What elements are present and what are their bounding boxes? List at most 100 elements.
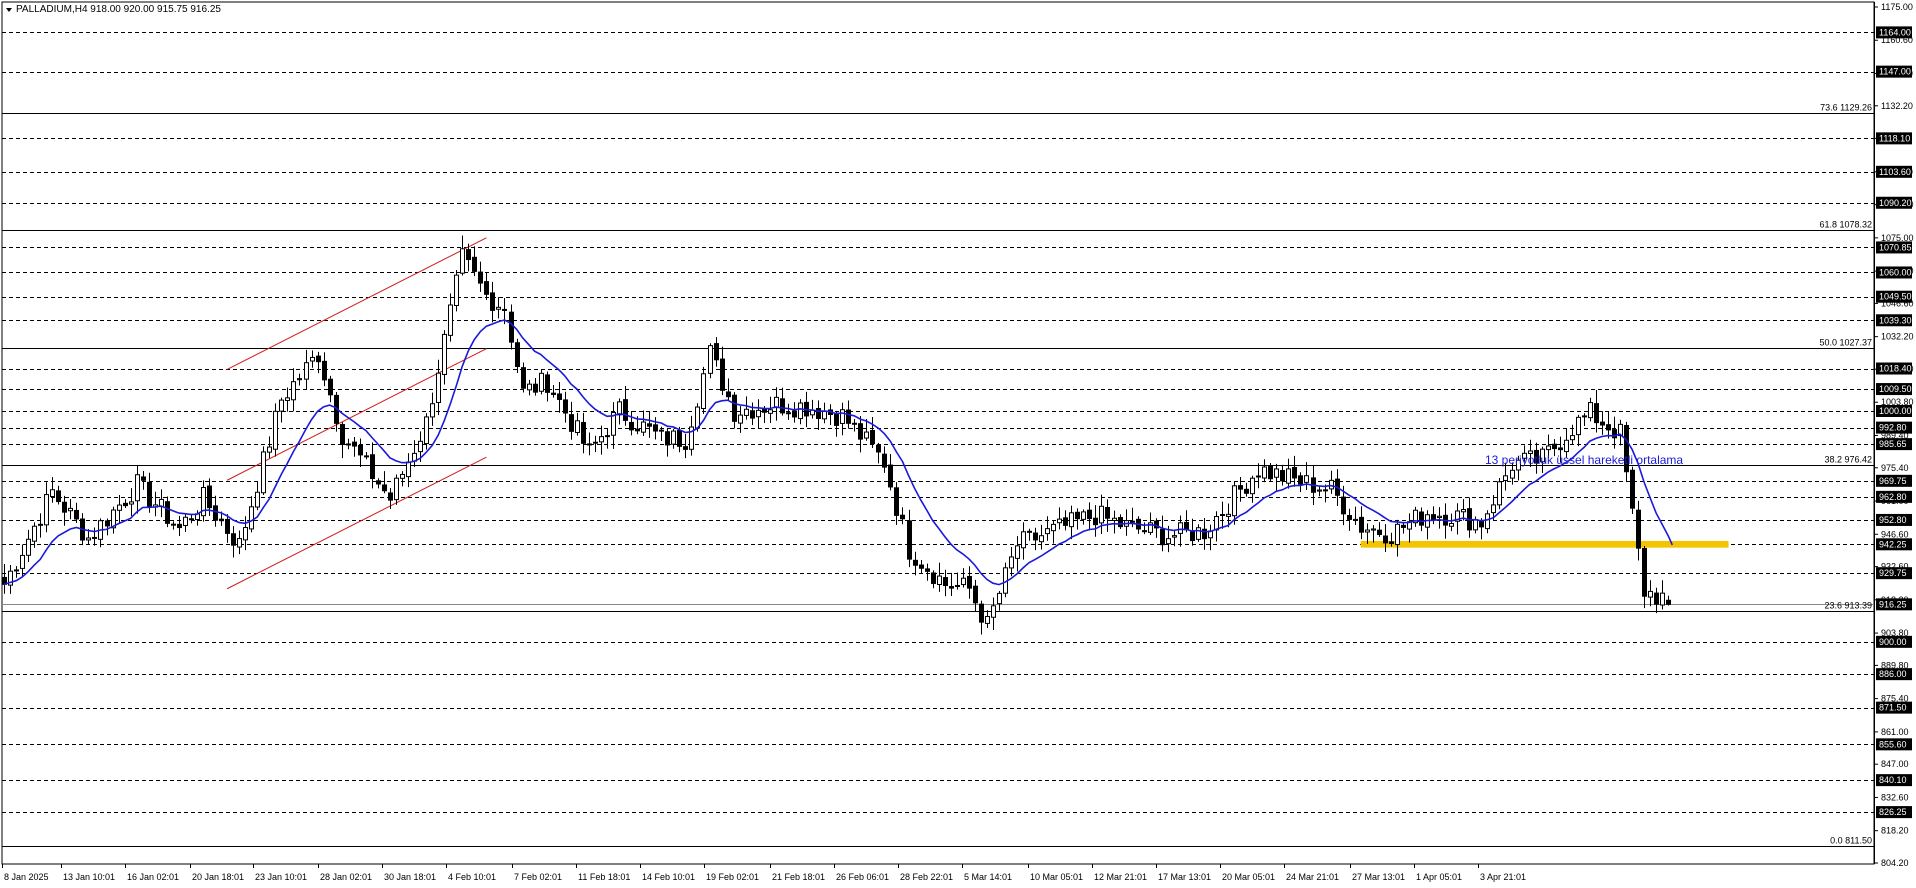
candle-body [949, 586, 954, 589]
candle-body [1588, 402, 1593, 419]
candle-body [708, 345, 713, 374]
candle-body [955, 585, 960, 588]
candle-body [490, 292, 495, 311]
candle-body [629, 421, 634, 431]
candle-body [900, 514, 905, 520]
x-tick-label: 28 Jan 02:01 [320, 872, 372, 882]
candle-body [1130, 520, 1135, 523]
candle-body [1449, 522, 1454, 527]
price-tag: 1103.60 [1876, 165, 1912, 178]
fib-label: 73.6 1129.26 [1820, 103, 1872, 113]
x-tick-label: 20 Mar 05:01 [1222, 872, 1275, 882]
y-tick-label: 1075.00 [1881, 233, 1914, 243]
price-tag: 1039.30 [1876, 314, 1912, 327]
price-tag: 1147.00 [1876, 65, 1912, 78]
candle-body [285, 397, 290, 401]
candle-body [129, 501, 134, 505]
price-tag-label: 962.80 [1879, 492, 1907, 502]
price-tag: 942.25 [1876, 538, 1912, 551]
candle-body [551, 392, 556, 395]
candle-body [382, 484, 387, 492]
x-tick-label: 10 Mar 05:01 [1030, 872, 1083, 882]
y-tick-label: 1032.20 [1881, 332, 1914, 342]
candle-body [888, 464, 893, 488]
candle-body [1280, 470, 1285, 482]
candle-body [424, 416, 429, 445]
candle-body [1371, 528, 1376, 531]
candle-body [1419, 511, 1424, 526]
price-tag: 871.50 [1876, 701, 1912, 714]
candle-body [123, 502, 128, 507]
candle-body [581, 422, 586, 444]
price-chart[interactable]: 73.6 1129.26 61.8 1078.32 50.0 1027.37 38.2… [0, 0, 1916, 888]
candle-body [1063, 517, 1068, 526]
price-tag: 1018.40 [1876, 362, 1912, 375]
candle-body [943, 577, 948, 587]
candle-body [768, 409, 773, 414]
candle-body [1497, 481, 1502, 506]
candle-body [1250, 477, 1255, 495]
candle-body [822, 410, 827, 420]
candle-body [1045, 528, 1050, 535]
x-tick-label: 14 Feb 10:01 [642, 872, 695, 882]
chart-title: PALLADIUM,H4 918.00 920.00 915.75 916.25 [16, 4, 221, 15]
candle-body [1075, 511, 1080, 520]
price-tag: 1164.00 [1876, 26, 1912, 39]
price-tag: 1049.50 [1876, 290, 1912, 303]
price-tag: 855.60 [1876, 738, 1912, 751]
candle-body [1365, 529, 1370, 533]
price-tag-label: 1039.30 [1879, 315, 1912, 325]
candle-body [322, 360, 327, 381]
candle-body [605, 435, 610, 438]
candle-body [1220, 514, 1225, 517]
candle-body [1304, 475, 1309, 483]
x-tick-label: 13 Jan 10:01 [63, 872, 115, 882]
candle-body [1437, 515, 1442, 519]
candle-body [20, 554, 25, 569]
price-tag: 916.25 [1876, 598, 1912, 611]
candle-body [1051, 523, 1056, 532]
candle-body [346, 443, 351, 446]
candle-body [207, 485, 212, 509]
fib-label: 50.0 1027.37 [1819, 338, 1872, 348]
candle-body [1546, 445, 1551, 451]
candle-body [86, 537, 91, 541]
candle-body [1105, 507, 1110, 519]
candle-body [442, 333, 447, 375]
x-tick-label: 3 Apr 21:01 [1480, 872, 1526, 882]
price-tag-label: 1060.00 [1879, 267, 1912, 277]
candle-body [509, 311, 514, 343]
candle-body [991, 605, 996, 618]
x-tick-label: 17 Mar 13:01 [1158, 872, 1211, 882]
x-tick-label: 20 Jan 18:01 [192, 872, 244, 882]
candle-body [557, 393, 562, 400]
candle-body [1401, 524, 1406, 528]
candle-body [907, 520, 912, 560]
y-tick-label: 847.00 [1881, 759, 1909, 769]
y-axis: 1175.001160.601146.201132.201118.101103.… [1874, 2, 1914, 868]
x-tick-label: 23 Jan 10:01 [255, 872, 307, 882]
candle-body [762, 408, 767, 413]
candle-body [647, 423, 652, 427]
candle-body [515, 342, 520, 368]
candle-body [472, 256, 477, 272]
candle-body [1630, 469, 1635, 509]
x-tick-label: 27 Mar 13:01 [1352, 872, 1405, 882]
candle-body [376, 480, 381, 485]
candle-body [1353, 518, 1358, 521]
price-tag: 1118.10 [1876, 132, 1912, 145]
price-tag-label: 952.80 [1879, 515, 1907, 525]
price-tag: 886.00 [1876, 668, 1912, 681]
price-tag: 962.80 [1876, 490, 1912, 503]
price-tag: 1000.00 [1876, 404, 1912, 417]
price-tag-label: 886.00 [1879, 669, 1907, 679]
candle-body [279, 399, 284, 412]
price-tag: 1009.50 [1876, 383, 1912, 396]
candle-body [738, 414, 743, 424]
candle-body [635, 428, 640, 432]
candle-body [1377, 529, 1382, 535]
candle [261, 446, 266, 496]
candle-body [418, 440, 423, 453]
candle-body [1039, 535, 1044, 543]
candle-body [683, 446, 688, 450]
